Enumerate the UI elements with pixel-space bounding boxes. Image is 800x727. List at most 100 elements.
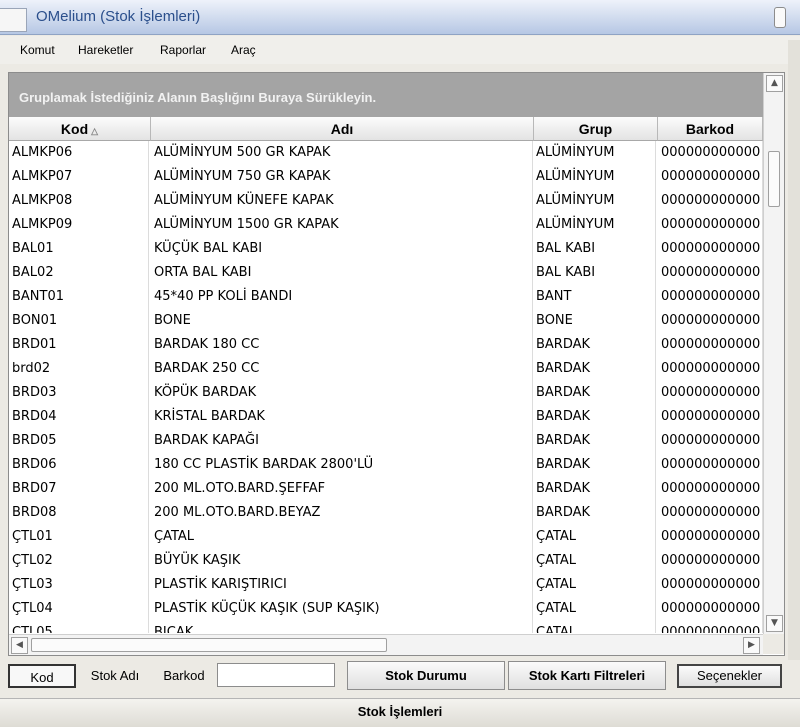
cell-kod: ALMKP08 <box>12 189 149 213</box>
table-row[interactable]: ÇTL04 PLASTİK KÜÇÜK KAŞIK (SUP KAŞIK) ÇATA… <box>9 597 763 621</box>
horizontal-scrollbar[interactable]: ◀ ▶ <box>9 634 763 655</box>
cell-kod: ALMKP09 <box>12 213 149 237</box>
cell-grup: BAL KABI <box>536 261 656 285</box>
cell-grup: ÇATAL <box>536 597 656 621</box>
table-row[interactable]: ALMKP09 ALÜMİNYUM 1500 GR KAPAK ALÜMİNYUM 0… <box>9 213 763 237</box>
table-row[interactable]: BON01 BONE BONE 000000000000 <box>9 309 763 333</box>
table-row[interactable]: BAL01 KÜÇÜK BAL KABI BAL KABI 000000000000 <box>9 237 763 261</box>
cell-barkod: 000000000000 <box>661 453 763 477</box>
scroll-up-icon[interactable]: ▲ <box>766 75 783 92</box>
menu-komut[interactable]: Komut <box>20 43 55 57</box>
cell-barkod: 000000000000 <box>661 261 763 285</box>
cell-barkod: 000000000000 <box>661 189 763 213</box>
cell-barkod: 000000000000 <box>661 621 763 633</box>
table-row[interactable]: BRD08 200 ML.OTO.BARD.BEYAZ BARDAK 00000000… <box>9 501 763 525</box>
table-row[interactable]: ALMKP08 ALÜMİNYUM KÜNEFE KAPAK ALÜMİNYUM 00… <box>9 189 763 213</box>
cell-kod: BRD03 <box>12 381 149 405</box>
cell-barkod: 000000000000 <box>661 165 763 189</box>
cell-kod: ALMKP06 <box>12 141 149 165</box>
cell-kod: ÇTL02 <box>12 549 149 573</box>
status-bar: Stok İşlemleri <box>0 698 800 727</box>
window-title: OMelium (Stok İşlemleri) <box>36 8 201 25</box>
cell-kod: brd02 <box>12 357 149 381</box>
cell-kod: ÇTL01 <box>12 525 149 549</box>
cell-adi: ALÜMİNYUM 500 GR KAPAK <box>154 141 533 165</box>
table-row[interactable]: BRD05 BARDAK KAPAĞI BARDAK 000000000000 <box>9 429 763 453</box>
options-button[interactable]: Seçenekler <box>677 664 782 688</box>
cell-barkod: 000000000000 <box>661 429 763 453</box>
cell-barkod: 000000000000 <box>661 333 763 357</box>
cell-adi: ALÜMİNYUM 1500 GR KAPAK <box>154 213 533 237</box>
cell-kod: BRD04 <box>12 405 149 429</box>
search-tab-barkod[interactable]: Barkod <box>153 664 215 688</box>
cell-grup: BAL KABI <box>536 237 656 261</box>
stock-card-filters-button[interactable]: Stok Kartı Filtreleri <box>508 661 666 690</box>
search-tab-stok-adi[interactable]: Stok Adı <box>78 664 152 688</box>
search-input[interactable] <box>217 663 335 687</box>
table-row[interactable]: ÇTL01 ÇATAL ÇATAL 000000000000 <box>9 525 763 549</box>
column-header-barkod[interactable]: Barkod <box>658 117 763 141</box>
cell-grup: BARDAK <box>536 333 656 357</box>
table-row[interactable]: BRD06 180 CC PLASTİK BARDAK 2800'LÜ BARDAK… <box>9 453 763 477</box>
cell-grup: BONE <box>536 309 656 333</box>
bottom-toolbar: Kod Stok Adı Barkod Stok Durumu Stok Kar… <box>0 656 800 694</box>
scroll-down-icon[interactable]: ▼ <box>766 615 783 632</box>
table-row[interactable]: BRD03 KÖPÜK BARDAK BARDAK 000000000000 <box>9 381 763 405</box>
grid-rows: ALMKP06 ALÜMİNYUM 500 GR KAPAK ALÜMİNYUM 00… <box>9 141 763 633</box>
cell-adi: BARDAK KAPAĞI <box>154 429 533 453</box>
stock-status-button[interactable]: Stok Durumu <box>347 661 505 690</box>
cell-adi: ALÜMİNYUM KÜNEFE KAPAK <box>154 189 533 213</box>
menu-bar: Komut Hareketler Raporlar Araç <box>0 36 800 64</box>
cell-kod: BRD01 <box>12 333 149 357</box>
cell-grup: ALÜMİNYUM <box>536 213 656 237</box>
cell-barkod: 000000000000 <box>661 477 763 501</box>
cell-grup: BARDAK <box>536 501 656 525</box>
table-row[interactable]: BRD07 200 ML.OTO.BARD.ŞEFFAF BARDAK 0000000… <box>9 477 763 501</box>
cell-grup: ÇATAL <box>536 525 656 549</box>
window-system-tab[interactable] <box>0 8 27 32</box>
menu-raporlar[interactable]: Raporlar <box>160 43 206 57</box>
cell-adi: PLASTİK KARIŞTIRICI <box>154 573 533 597</box>
cell-barkod: 000000000000 <box>661 381 763 405</box>
cell-barkod: 000000000000 <box>661 285 763 309</box>
table-row[interactable]: brd02 BARDAK 250 CC BARDAK 000000000000 <box>9 357 763 381</box>
scroll-right-icon[interactable]: ▶ <box>743 637 760 654</box>
cell-kod: ALMKP07 <box>12 165 149 189</box>
cell-kod: ÇTL04 <box>12 597 149 621</box>
group-by-panel[interactable]: Gruplamak İstediğiniz Alanın Başlığını B… <box>9 73 763 117</box>
menu-arac[interactable]: Araç <box>231 43 256 57</box>
table-row[interactable]: ÇTL02 BÜYÜK KAŞIK ÇATAL 000000000000 <box>9 549 763 573</box>
cell-kod: BAL01 <box>12 237 149 261</box>
cell-grup: BARDAK <box>536 453 656 477</box>
cell-barkod: 000000000000 <box>661 405 763 429</box>
cell-barkod: 000000000000 <box>661 549 763 573</box>
window-right-edge <box>788 40 800 660</box>
table-row[interactable]: ÇTL05 BIÇAK ÇATAL 000000000000 <box>9 621 763 633</box>
vertical-scroll-thumb[interactable] <box>768 151 780 207</box>
column-header-kod[interactable]: Kod △ <box>9 117 151 141</box>
cell-barkod: 000000000000 <box>661 237 763 261</box>
table-row[interactable]: ÇTL03 PLASTİK KARIŞTIRICI ÇATAL 00000000000… <box>9 573 763 597</box>
horizontal-scroll-thumb[interactable] <box>31 638 387 652</box>
cell-adi: ALÜMİNYUM 750 GR KAPAK <box>154 165 533 189</box>
cell-kod: BAL02 <box>12 261 149 285</box>
table-row[interactable]: BRD01 BARDAK 180 CC BARDAK 000000000000 <box>9 333 763 357</box>
table-row[interactable]: BANT01 45*40 PP KOLİ BANDI BANT 00000000000… <box>9 285 763 309</box>
table-row[interactable]: BRD04 KRİSTAL BARDAK BARDAK 000000000000 <box>9 405 763 429</box>
column-header-adi[interactable]: Adı <box>151 117 534 141</box>
cell-grup: ÇATAL <box>536 549 656 573</box>
menu-hareketler[interactable]: Hareketler <box>78 43 133 57</box>
table-row[interactable]: BAL02 ORTA BAL KABI BAL KABI 000000000000 <box>9 261 763 285</box>
scroll-left-icon[interactable]: ◀ <box>11 637 28 654</box>
table-row[interactable]: ALMKP07 ALÜMİNYUM 750 GR KAPAK ALÜMİNYUM 00… <box>9 165 763 189</box>
vertical-scrollbar[interactable]: ▲ ▼ <box>763 73 784 634</box>
cell-barkod: 000000000000 <box>661 525 763 549</box>
cell-adi: BONE <box>154 309 533 333</box>
search-tab-kod[interactable]: Kod <box>8 664 76 688</box>
table-row[interactable]: ALMKP06 ALÜMİNYUM 500 GR KAPAK ALÜMİNYUM 00… <box>9 141 763 165</box>
column-header-kod-label: Kod <box>60 121 89 137</box>
cell-grup: BARDAK <box>536 381 656 405</box>
column-header-grup[interactable]: Grup <box>534 117 658 141</box>
cell-adi: ORTA BAL KABI <box>154 261 533 285</box>
title-scroll-handle-icon[interactable] <box>774 7 786 28</box>
